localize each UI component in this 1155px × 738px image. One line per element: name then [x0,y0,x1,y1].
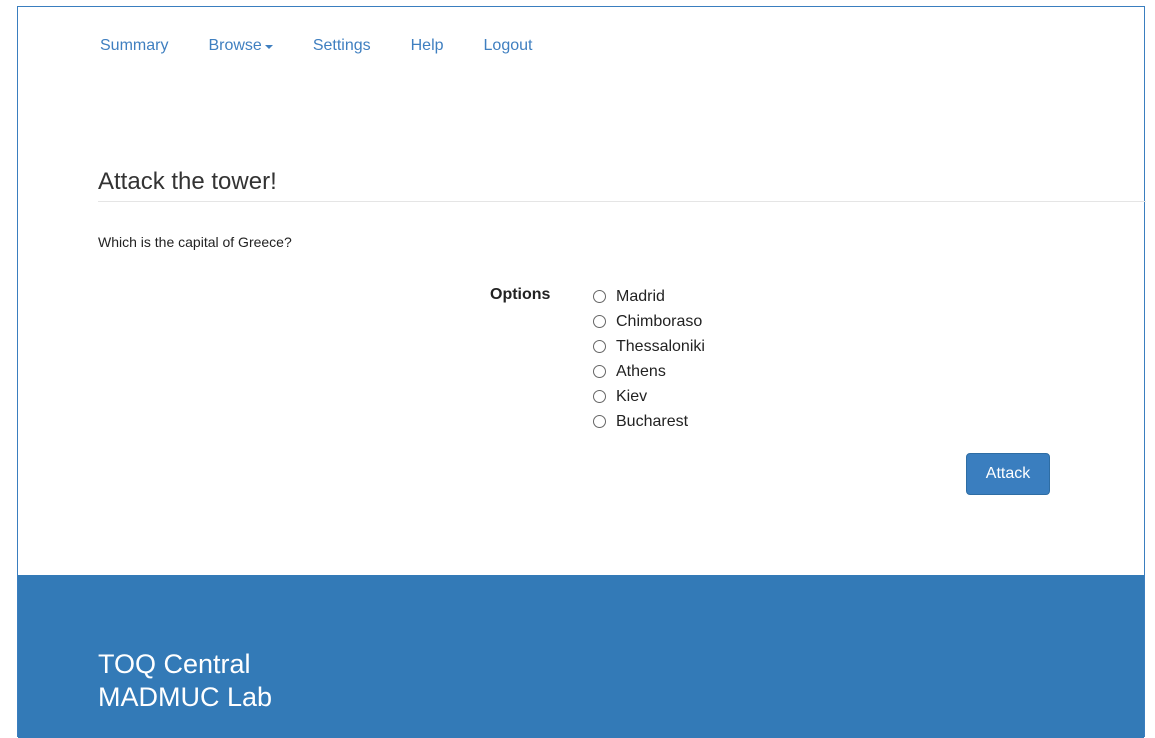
nav-settings-label: Settings [312,37,371,54]
footer-title: TOQ Central [98,649,251,679]
nav-logout-label: Logout [483,37,533,54]
app-frame: Summary Browse Settings Help Logout Atta… [17,6,1146,738]
page-title: Attack the tower! [98,168,277,195]
nav-summary[interactable]: Summary [100,37,168,55]
radio-button[interactable] [593,415,606,428]
option-label: Thessaloniki [616,337,705,355]
option-label: Madrid [616,287,665,305]
option-kiev[interactable]: Kiev [593,384,705,409]
nav-browse-label: Browse [208,37,262,54]
option-chimboraso[interactable]: Chimboraso [593,309,705,334]
answer-options: Madrid Chimboraso Thessaloniki Athens Ki… [593,284,705,434]
radio-button[interactable] [593,365,606,378]
radio-button[interactable] [593,315,606,328]
nav-logout[interactable]: Logout [484,37,533,55]
question-text: Which is the capital of Greece? [98,234,292,250]
footer: TOQ Central MADMUC Lab [18,575,1144,738]
caret-down-icon [264,45,273,49]
option-athens[interactable]: Athens [593,359,705,384]
option-label: Bucharest [616,412,689,430]
radio-button[interactable] [593,390,606,403]
top-navbar: Summary Browse Settings Help Logout [100,37,572,55]
attack-button[interactable]: Attack [966,453,1050,495]
nav-settings[interactable]: Settings [313,37,371,55]
nav-help-label: Help [410,37,444,54]
title-divider [98,201,1146,202]
nav-summary-label: Summary [100,37,169,54]
option-label: Kiev [616,387,648,405]
radio-button[interactable] [593,340,606,353]
option-madrid[interactable]: Madrid [593,284,705,309]
option-label: Chimboraso [616,312,703,330]
nav-help[interactable]: Help [411,37,444,55]
option-bucharest[interactable]: Bucharest [593,409,705,434]
footer-subtitle: MADMUC Lab [98,682,273,712]
option-label: Athens [616,362,666,380]
option-thessaloniki[interactable]: Thessaloniki [593,334,705,359]
radio-button[interactable] [593,290,606,303]
nav-browse-dropdown[interactable]: Browse [208,37,273,55]
options-label: Options [490,286,551,303]
